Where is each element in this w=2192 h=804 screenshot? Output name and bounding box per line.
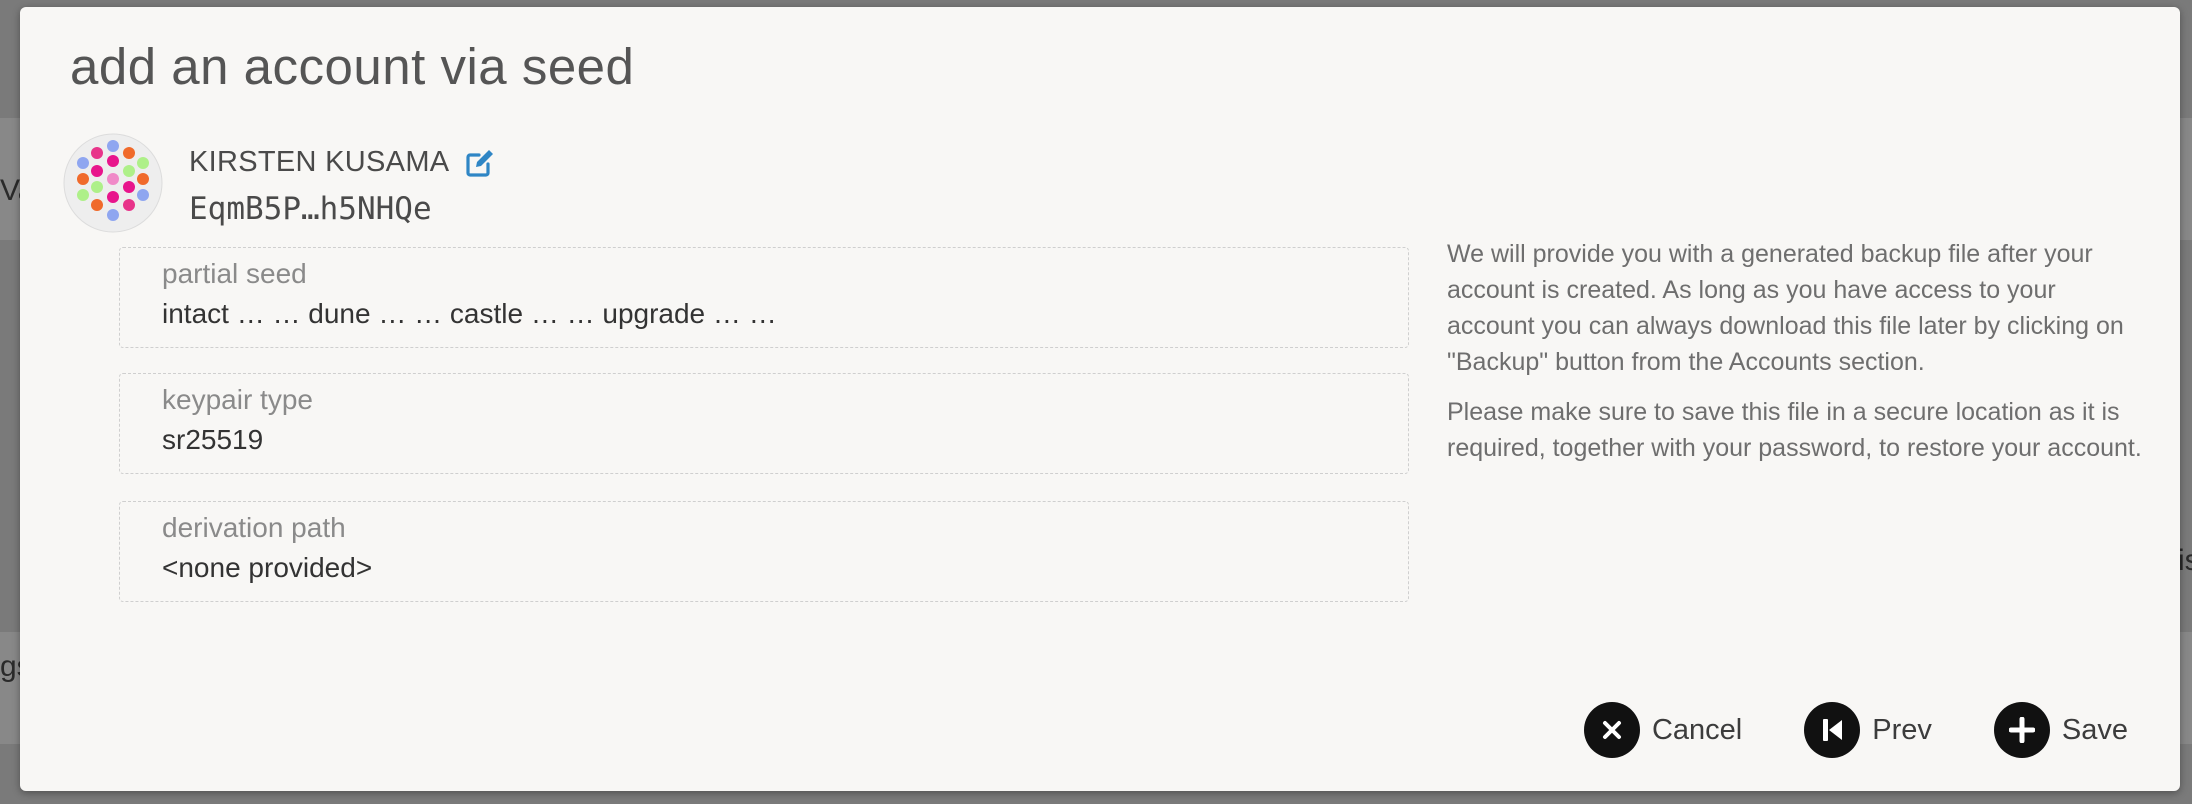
help-paragraph: We will provide you with a generated bac…: [1447, 240, 2124, 376]
field-label: partial seed: [162, 258, 307, 289]
help-paragraph: Please make sure to save this file in a …: [1447, 398, 2142, 462]
field-value: sr25519: [162, 424, 264, 455]
partial-seed-field: partial seed intact … … dune … … castle …: [119, 247, 1409, 348]
account-name-row: KIRSTEN KUSAMA: [189, 145, 497, 179]
account-name: KIRSTEN KUSAMA: [189, 145, 450, 178]
skip-back-icon: [1804, 702, 1861, 758]
field-label: keypair type: [162, 384, 313, 415]
close-icon: [1583, 702, 1640, 758]
cancel-button[interactable]: Cancel: [1583, 702, 1743, 758]
save-button-label: Save: [2061, 713, 2128, 746]
keypair-type-field: keypair type sr25519: [119, 373, 1409, 474]
prev-button-label: Prev: [1872, 713, 1932, 746]
add-account-modal: add an account via seed KIRSTEN KUSAMA E…: [20, 7, 2180, 791]
edit-icon[interactable]: [463, 145, 497, 179]
backup-help-text: We will provide you with a generated bac…: [1447, 236, 2147, 480]
background-text-fragment: is: [2178, 544, 2192, 577]
prev-button[interactable]: Prev: [1804, 702, 1932, 758]
derivation-path-field: derivation path <none provided>: [119, 501, 1409, 602]
field-value: <none provided>: [162, 552, 373, 583]
plus-icon: [1993, 702, 2050, 758]
modal-title: add an account via seed: [70, 38, 635, 95]
account-address: EqmB5P…h5NHQe: [189, 191, 432, 227]
field-label: derivation path: [162, 512, 346, 543]
cancel-button-label: Cancel: [1651, 713, 1743, 746]
modal-actions: Cancel Prev Save: [1522, 702, 2128, 758]
save-button[interactable]: Save: [1993, 702, 2128, 758]
field-value: intact … … dune … … castle … … upgrade ……: [162, 298, 777, 329]
account-identicon: [63, 133, 163, 233]
